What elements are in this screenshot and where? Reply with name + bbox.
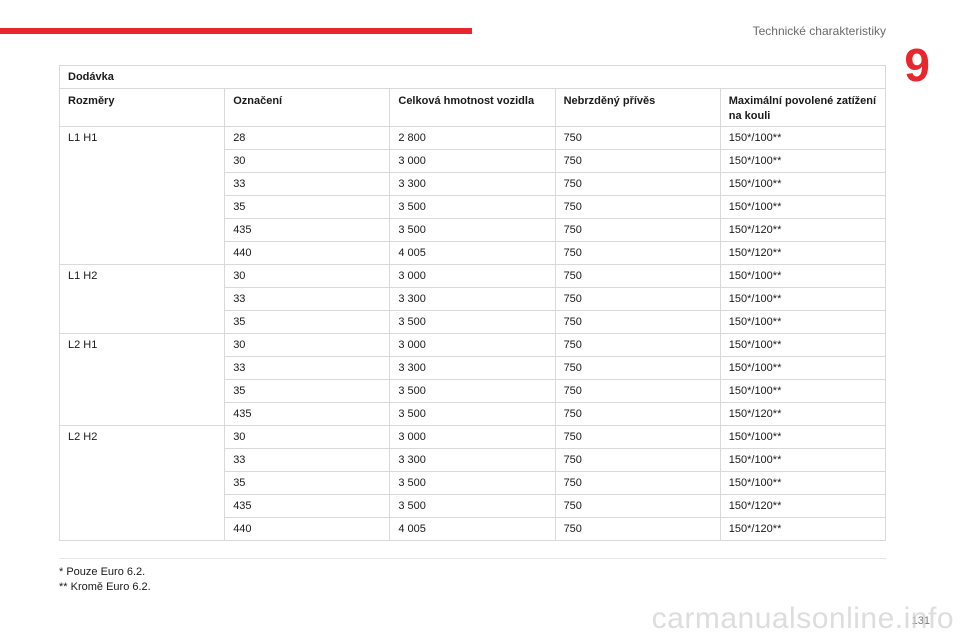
- table-cell: 33: [224, 287, 391, 311]
- table-cell: 2 800: [389, 126, 556, 150]
- table-cell: 750: [554, 172, 721, 196]
- table-cell: 750: [554, 333, 721, 357]
- table-cell: 35: [224, 310, 391, 334]
- table-cell: 435: [224, 402, 391, 426]
- table-cell: 435: [224, 218, 391, 242]
- table-cell: 150*/100**: [719, 425, 887, 449]
- table-cell: 3 500: [389, 402, 556, 426]
- table-row: L2 H1 30 3 000 750 150*/100**: [58, 333, 887, 426]
- table-cell: 3 500: [389, 310, 556, 334]
- footnotes: * Pouze Euro 6.2. ** Kromě Euro 6.2.: [59, 565, 151, 595]
- table-cell: 750: [554, 264, 721, 288]
- chapter-number: 9: [904, 39, 930, 91]
- table-cell: 30: [224, 425, 391, 449]
- table-cell: 750: [554, 241, 721, 265]
- table-cell: 33: [224, 356, 391, 380]
- table-cell: 3 000: [389, 333, 556, 357]
- table-cell: 3 300: [389, 287, 556, 311]
- dimension-cell: L2 H1: [58, 333, 226, 426]
- table-row: L1 H1 28 2 800 750 150*/100**: [58, 126, 887, 265]
- table-cell: 150*/100**: [719, 149, 887, 173]
- dimension-cell: L1 H2: [58, 264, 226, 334]
- table-cell: 150*/100**: [719, 126, 887, 150]
- header-accent-bar: [0, 28, 472, 34]
- table-cell: 28: [224, 126, 391, 150]
- table-cell: 150*/120**: [719, 241, 887, 265]
- table-cell: 750: [554, 287, 721, 311]
- column-header: Označení: [224, 88, 391, 127]
- table-cell: 150*/100**: [719, 356, 887, 380]
- table-cell: 150*/100**: [719, 471, 887, 495]
- watermark: carmanualsonline.info: [651, 602, 954, 635]
- table-cell: 150*/100**: [719, 333, 887, 357]
- table-cell: 440: [224, 241, 391, 265]
- table-cell: 4 005: [389, 517, 556, 541]
- table-cell: 750: [554, 471, 721, 495]
- table-cell: 150*/100**: [719, 379, 887, 403]
- column-header: Nebrzděný přívěs: [554, 88, 721, 127]
- column-header: Celková hmotnost vozidla: [389, 88, 556, 127]
- table-cell: 30: [224, 264, 391, 288]
- table-body: L1 H1 28 2 800 750 150*/100** 30 3 000 750 150*/…: [58, 126, 887, 541]
- table-cell: 3 500: [389, 494, 556, 518]
- table-cell: 33: [224, 172, 391, 196]
- table-cell: 750: [554, 517, 721, 541]
- column-header: Rozměry: [58, 88, 226, 127]
- table-cell: 30: [224, 149, 391, 173]
- table-cell: 3 300: [389, 448, 556, 472]
- table-cell: 440: [224, 517, 391, 541]
- dimension-cell: L2 H2: [58, 425, 226, 541]
- table-cell: 150*/120**: [719, 494, 887, 518]
- table-cell: 3 500: [389, 218, 556, 242]
- table-cell: 150*/100**: [719, 448, 887, 472]
- table-cell: 750: [554, 402, 721, 426]
- table-cell: 33: [224, 448, 391, 472]
- table-cell: 150*/100**: [719, 264, 887, 288]
- table-cell: 150*/120**: [719, 402, 887, 426]
- table-cell: 3 500: [389, 195, 556, 219]
- table-cell: 150*/100**: [719, 172, 887, 196]
- table-cell: 435: [224, 494, 391, 518]
- table-cell: 4 005: [389, 241, 556, 265]
- table-cell: 30: [224, 333, 391, 357]
- table-cell: 3 000: [389, 264, 556, 288]
- table-cell: 35: [224, 379, 391, 403]
- footnotes-divider: [59, 558, 886, 559]
- table-cell: 3 300: [389, 172, 556, 196]
- table-cell: 150*/120**: [719, 517, 887, 541]
- table-cell: 150*/100**: [719, 195, 887, 219]
- specs-table-wrapper: Dodávka Rozměry Označení Celková hmotnost …: [58, 65, 887, 541]
- table-cell: 150*/100**: [719, 310, 887, 334]
- table-cell: 750: [554, 494, 721, 518]
- table-cell: 750: [554, 356, 721, 380]
- specs-table: Dodávka Rozměry Označení Celková hmotnost …: [58, 65, 887, 541]
- table-cell: 750: [554, 195, 721, 219]
- table-cell: 750: [554, 310, 721, 334]
- table-cell: 3 300: [389, 356, 556, 380]
- dimension-cell: L1 H1: [58, 126, 226, 265]
- table-cell: 35: [224, 471, 391, 495]
- table-cell: 150*/100**: [719, 287, 887, 311]
- section-title: Technické charakteristiky: [752, 24, 886, 38]
- table-caption: Dodávka: [59, 65, 886, 89]
- table-cell: 750: [554, 149, 721, 173]
- footnote: ** Kromě Euro 6.2.: [59, 581, 151, 593]
- table-cell: 150*/120**: [719, 218, 887, 242]
- table-row: L2 H2 30 3 000 750 150*/100**: [58, 425, 887, 541]
- column-header: Maximální povolené zatížení na kouli: [719, 88, 887, 127]
- table-cell: 750: [554, 126, 721, 150]
- table-cell: 750: [554, 379, 721, 403]
- table-cell: 3 000: [389, 149, 556, 173]
- table-cell: 3 500: [389, 471, 556, 495]
- table-cell: 750: [554, 448, 721, 472]
- table-cell: 3 500: [389, 379, 556, 403]
- footnote: * Pouze Euro 6.2.: [59, 566, 146, 578]
- table-cell: 3 000: [389, 425, 556, 449]
- table-cell: 750: [554, 218, 721, 242]
- table-cell: 750: [554, 425, 721, 449]
- table-row: L1 H2 30 3 000 750 150*/100**: [58, 264, 887, 334]
- table-cell: 35: [224, 195, 391, 219]
